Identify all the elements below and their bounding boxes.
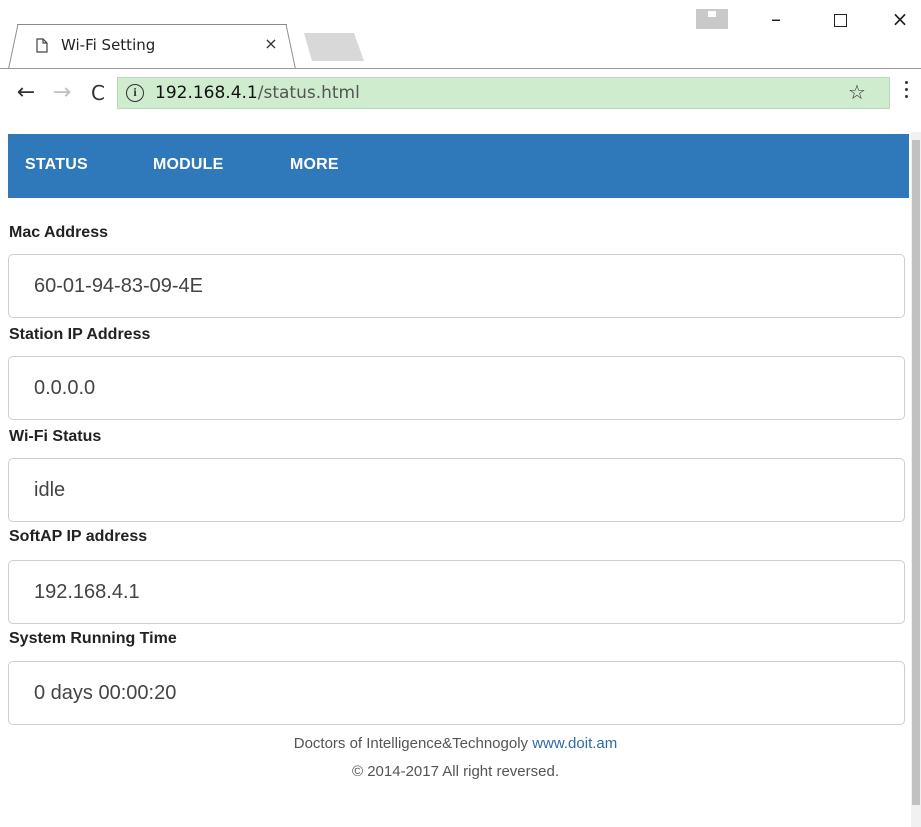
browser-toolbar: ← → C i 192.168.4.1/status.html ☆ (0, 68, 921, 118)
tab-title: Wi-Fi Setting (61, 36, 156, 54)
wifi-status-label: Wi-Fi Status (9, 428, 102, 445)
page-icon (36, 38, 48, 53)
vertical-scrollbar[interactable] (911, 132, 921, 827)
footer-copyright: © 2014-2017 All right reversed. (351, 763, 559, 780)
reload-icon[interactable]: C (84, 79, 112, 107)
station-ip-field[interactable]: 0.0.0.0 (8, 356, 905, 420)
address-bar[interactable]: i 192.168.4.1/status.html ☆ (117, 77, 890, 109)
new-tab-button[interactable] (304, 33, 364, 61)
footer-company: Doctors of Intelligence&Technogoly (293, 735, 533, 752)
back-arrow-icon[interactable]: ← (12, 79, 40, 107)
nav-more-link[interactable]: MORE (290, 156, 339, 174)
mac-address-label: Mac Address (9, 224, 108, 241)
footer-link[interactable]: www.doit.am (532, 735, 617, 752)
profile-icon[interactable] (696, 9, 728, 29)
nav-module-link[interactable]: MODULE (153, 156, 224, 174)
station-ip-label: Station IP Address (9, 326, 151, 343)
scrollbar-thumb[interactable] (912, 140, 920, 805)
info-icon[interactable]: i (126, 84, 144, 102)
maximize-button[interactable] (820, 4, 860, 34)
browser-menu-icon[interactable] (900, 77, 912, 107)
maximize-icon (833, 14, 847, 27)
url-text[interactable]: 192.168.4.1/status.html (155, 83, 360, 103)
top-navbar: STATUS MODULE MORE (8, 134, 909, 198)
url-host: 192.168.4.1 (155, 83, 258, 103)
mac-address-field[interactable]: 60-01-94-83-09-4E (8, 254, 905, 318)
url-path: /status.html (257, 83, 360, 103)
close-window-button[interactable]: × (880, 4, 920, 34)
nav-status-link[interactable]: STATUS (25, 156, 88, 174)
wifi-status-field[interactable]: idle (8, 458, 905, 522)
forward-arrow-icon[interactable]: → (48, 79, 76, 107)
running-time-label: System Running Time (9, 630, 177, 647)
window-titlebar: Wi-Fi Setting × – × (0, 0, 921, 69)
page-viewport: STATUS MODULE MORE Mac Address 60-01-94-… (0, 118, 921, 827)
running-time-field[interactable]: 0 days 00:00:20 (8, 661, 905, 725)
bookmark-star-icon[interactable]: ☆ (848, 80, 866, 104)
tab-close-icon[interactable]: × (262, 35, 280, 53)
softap-ip-field[interactable]: 192.168.4.1 (8, 560, 905, 624)
softap-ip-label: SoftAP IP address (9, 528, 148, 545)
footer-credits: Doctors of Intelligence&Technogoly www.d… (0, 735, 911, 752)
minimize-button[interactable]: – (756, 4, 796, 34)
